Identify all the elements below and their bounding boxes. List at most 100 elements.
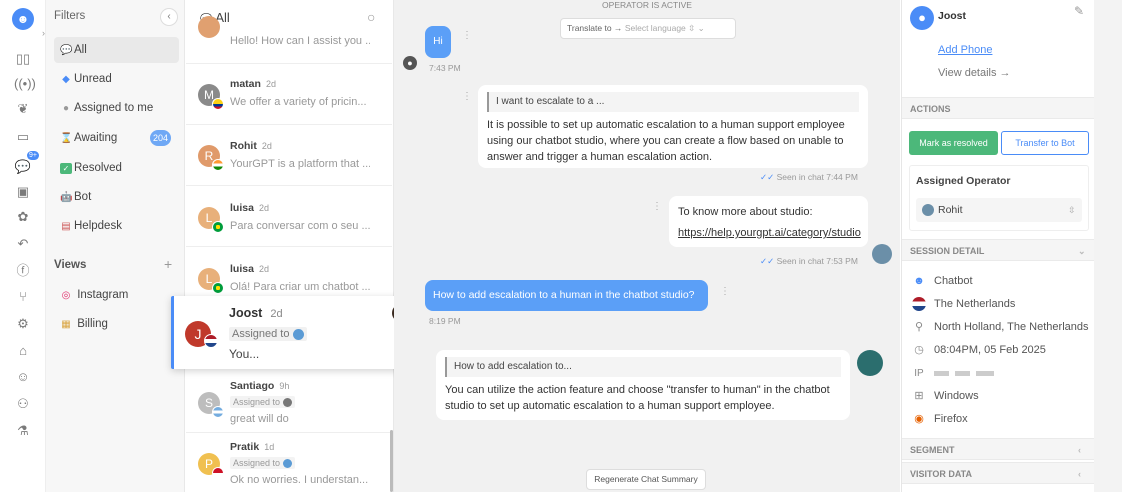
mark-resolved-button[interactable]: Mark as resolved	[909, 131, 998, 155]
instagram-icon: ◎	[61, 290, 71, 301]
filter-resolved[interactable]: ✓ Resolved	[54, 155, 179, 181]
message-text: To know more about studio:	[678, 206, 813, 218]
location-icon: ⚲	[914, 321, 924, 333]
list-item[interactable]: Hello! How can I assist you ...	[186, 16, 392, 64]
contact-name: matan 2d	[230, 78, 276, 90]
contact-name: Rohit 2d	[230, 140, 272, 152]
actions-header: ACTIONS	[902, 97, 1095, 119]
filter-assigned-to-me[interactable]: ● Assigned to me	[54, 95, 179, 121]
list-item[interactable]: R Rohit 2d YourGPT is a platform that ...	[186, 125, 392, 186]
filter-bot[interactable]: 🤖 Bot	[54, 184, 179, 210]
session-country: The Netherlands	[912, 296, 1015, 312]
undo-icon[interactable]: ↶	[14, 235, 32, 253]
collapse-filters-button[interactable]: ‹	[160, 8, 178, 26]
message-options-icon[interactable]: ⋮	[720, 286, 730, 297]
filter-helpdesk[interactable]: ▤ Helpdesk	[54, 213, 179, 239]
dragged-conversation-card[interactable]: J Joost 2d Assigned to You...	[171, 296, 419, 369]
list-item[interactable]: S Santiago 9h Assigned to great will do	[186, 372, 392, 433]
message-options-icon[interactable]: ⋮	[462, 30, 472, 41]
message-preview: YourGPT is a platform that ...	[230, 158, 370, 170]
message-options-icon[interactable]: ⋮	[652, 201, 662, 212]
operator-avatar-icon	[292, 328, 304, 340]
visitor-data-header[interactable]: VISITOR DATA ‹	[902, 462, 1095, 484]
clock-icon: ◷	[914, 344, 924, 356]
list-item[interactable]: L luisa 2d Para conversar com o seu ...	[186, 186, 392, 247]
list-item[interactable]: L luisa 2d Olá! Para criar um chatbot ...	[186, 247, 392, 302]
billing-icon: ▦	[61, 319, 71, 330]
seen-status: ✓✓ Seen in chat 7:53 PM	[760, 256, 858, 266]
message-preview: We offer a variety of pricin...	[230, 96, 367, 108]
broadcast-icon[interactable]: ((•))	[14, 75, 36, 93]
user-message-bubble: Hi	[425, 26, 451, 58]
regenerate-summary-button[interactable]: Regenerate Chat Summary	[586, 469, 706, 490]
contact-name: Pratik 1d	[230, 441, 275, 453]
dashboard-icon[interactable]: ▯▯	[14, 50, 32, 68]
windows-icon: ⊞	[914, 390, 924, 402]
chat-badge: 9+	[27, 151, 39, 160]
filter-unread[interactable]: ◆ Unread	[54, 66, 179, 92]
view-details-link[interactable]: View details →	[938, 67, 1011, 79]
message-options-icon[interactable]: ⋮	[462, 91, 472, 102]
translate-select[interactable]: Translate to → Select language ⇳ ⌄	[560, 18, 736, 39]
chat-icon[interactable]: 💬	[14, 158, 32, 176]
bot-message-bubble: How to add escalation to... You can util…	[436, 350, 850, 420]
filter-all[interactable]: 💬 All	[54, 37, 179, 63]
hourglass-icon: ⌛	[60, 133, 73, 144]
chevron-left-icon: ‹	[1078, 445, 1081, 455]
assigned-tag: Assigned to	[230, 396, 295, 409]
flask-icon[interactable]: ⚗	[14, 422, 32, 440]
list-item[interactable]: M matan 2d We offer a variety of pricin..…	[186, 64, 392, 125]
chat-area: OPERATOR IS ACTIVE Translate to → Select…	[394, 0, 900, 492]
gear-icon[interactable]: ⚙	[14, 315, 32, 333]
assigned-operator-title: Assigned Operator	[916, 175, 1011, 187]
robot-icon[interactable]: ⌂	[14, 342, 32, 360]
book-icon[interactable]: ▭	[14, 128, 32, 146]
contacts-icon[interactable]: ▣	[14, 183, 32, 201]
add-phone-link[interactable]: Add Phone	[938, 44, 992, 56]
contact-name: luisa 2d	[230, 263, 269, 275]
view-billing[interactable]: ▦ Billing	[54, 311, 179, 337]
session-detail-header[interactable]: SESSION DETAIL ⌄	[902, 239, 1095, 261]
filter-awaiting[interactable]: ⌛ Awaiting 204	[54, 125, 179, 151]
bot-logo-icon[interactable]: ☻	[12, 8, 34, 30]
puzzle-icon[interactable]: ✿	[14, 208, 32, 226]
search-icon[interactable]: ○	[367, 9, 375, 25]
list-scrollbar[interactable]	[390, 430, 393, 492]
studio-link[interactable]: https://help.yourgpt.ai/category/studio	[678, 225, 861, 241]
contact-name: Joost	[938, 10, 967, 22]
inbox-icon: ◆	[62, 74, 70, 85]
netherlands-flag-icon	[912, 297, 926, 312]
message-time: 7:43 PM	[429, 63, 461, 73]
file-icon[interactable]: ⓕ	[14, 262, 32, 280]
operator-avatar-icon	[922, 204, 934, 217]
session-location: ⚲ North Holland, The Netherlands	[912, 319, 1089, 335]
seen-status: ✓✓ Seen in chat 7:44 PM	[760, 172, 858, 182]
session-source: ☻ Chatbot	[913, 275, 973, 287]
brain-icon[interactable]: ❦	[14, 100, 32, 118]
view-instagram[interactable]: ◎ Instagram	[54, 282, 179, 308]
check-icon: ✓	[60, 163, 72, 174]
bot-message-bubble: I want to escalate to a ... It is possib…	[478, 85, 868, 168]
assigned-operator-select[interactable]: Rohit ⇳	[916, 198, 1082, 222]
users-icon[interactable]: ⚇	[14, 395, 32, 413]
assigned-operator-card: Assigned Operator Rohit ⇳	[909, 165, 1089, 231]
message-preview: Ok no worries. I understan...	[230, 474, 369, 486]
chat-bubble-icon: 💬	[60, 45, 73, 56]
flow-icon[interactable]: ⑂	[14, 288, 32, 306]
contact-panel: ● Joost ✎ Add Phone View details → ACTIO…	[901, 0, 1095, 492]
india-flag-icon	[212, 159, 224, 171]
user-check-icon[interactable]: ☺	[14, 368, 32, 386]
quoted-message: I want to escalate to a ...	[487, 92, 859, 112]
filters-panel: Filters ‹ 💬 All ◆ Unread ● Assigned to me ⌛…	[46, 0, 185, 492]
add-view-button[interactable]: +	[164, 256, 172, 272]
operator-message-bubble: To know more about studio: https://help.…	[669, 196, 868, 247]
list-item[interactable]: P Pratik 1d Assigned to Ok no worries. I …	[186, 433, 392, 493]
segment-header[interactable]: SEGMENT ‹	[902, 438, 1095, 460]
operator-avatar-icon	[282, 398, 292, 408]
chevron-left-icon: ‹	[1078, 469, 1081, 479]
page-scrollbar-area	[1094, 0, 1122, 492]
ip-redacted	[934, 370, 994, 376]
transfer-to-bot-button[interactable]: Transfer to Bot	[1001, 131, 1089, 155]
edit-icon[interactable]: ✎	[1074, 4, 1084, 18]
sort-icon: ⇳	[1068, 205, 1076, 215]
